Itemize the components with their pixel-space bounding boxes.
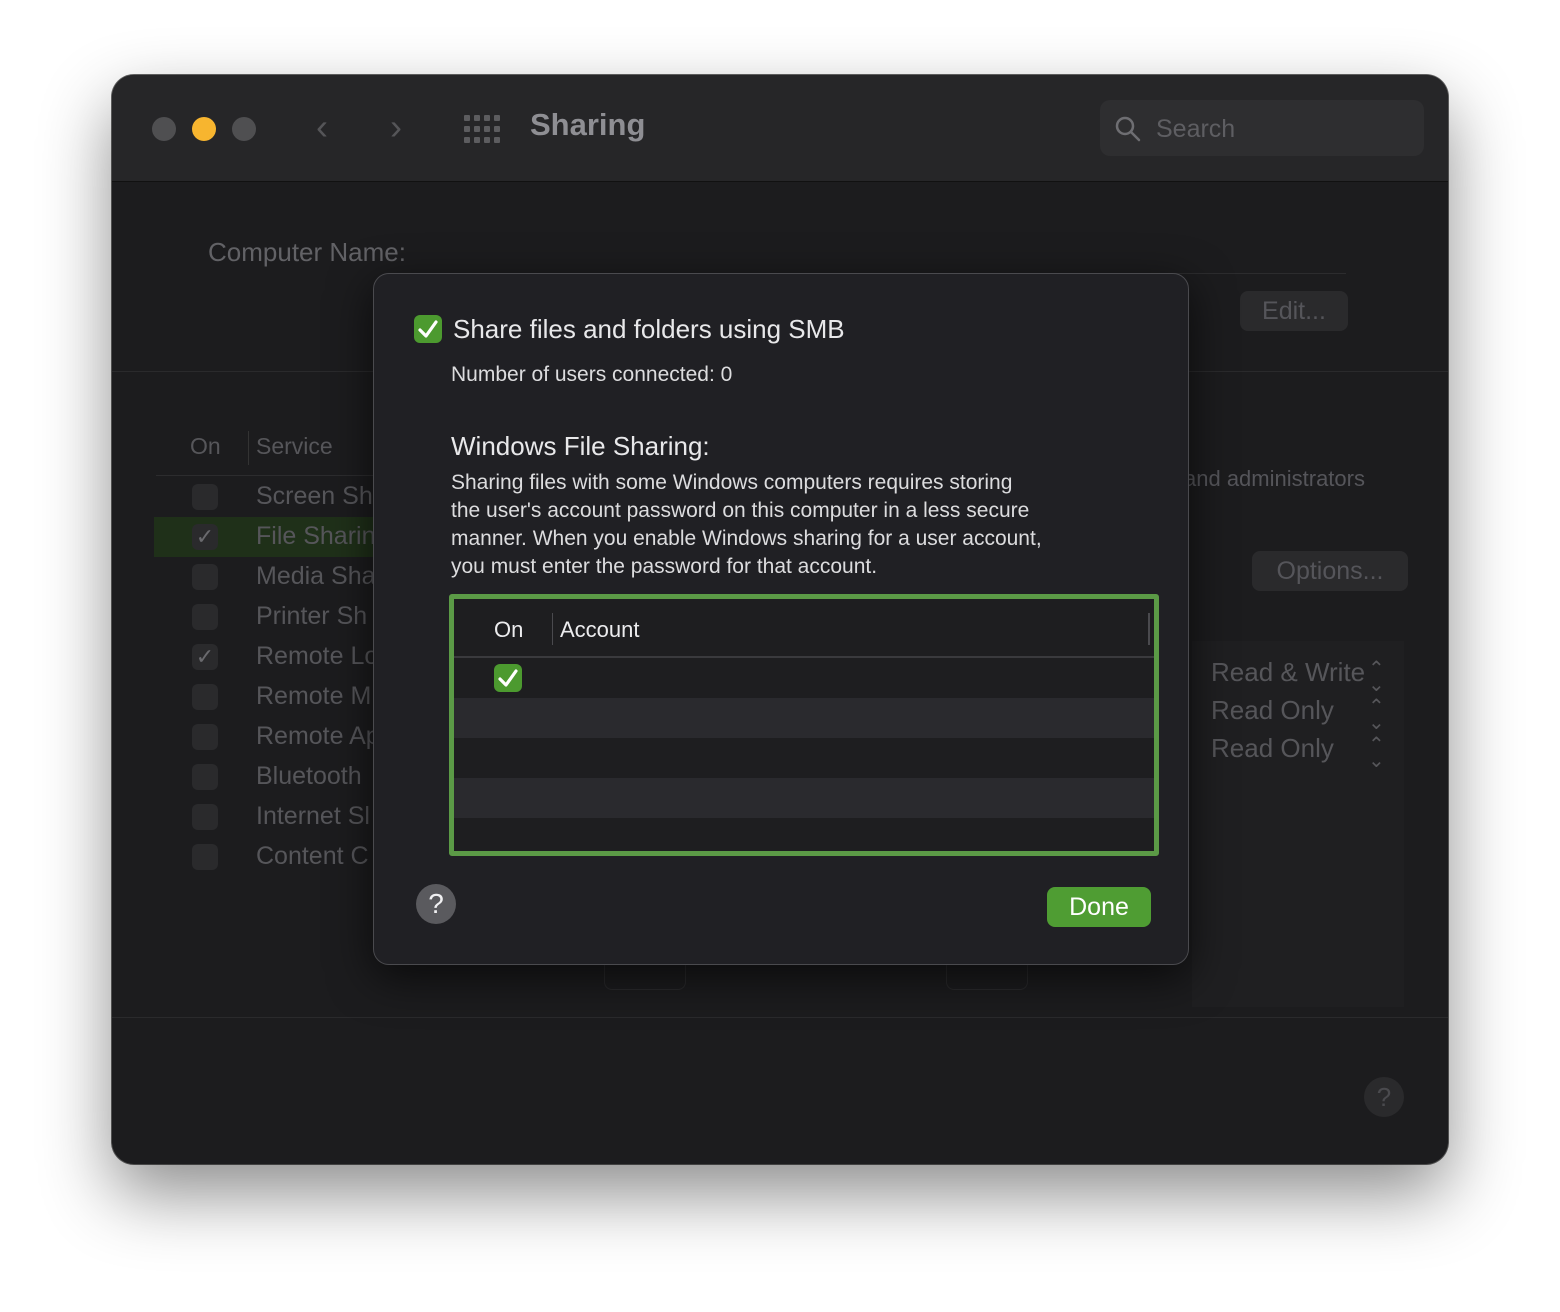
service-name: Media Sha <box>256 562 376 590</box>
add-remove-control[interactable] <box>604 963 686 990</box>
service-checkbox[interactable] <box>192 604 218 630</box>
checkmark-icon <box>418 320 438 338</box>
permission-popup[interactable]: Read Only <box>1211 695 1334 726</box>
service-checkbox[interactable] <box>192 564 218 590</box>
column-divider <box>552 613 553 645</box>
window-title: Sharing <box>530 107 646 142</box>
smb-options-sheet: Share files and folders using SMB Number… <box>373 273 1189 965</box>
windows-file-sharing-title: Windows File Sharing: <box>451 431 710 461</box>
service-name: Printer Sh <box>256 602 368 630</box>
service-name: Screen Sh <box>256 482 373 510</box>
back-arrow-icon[interactable]: ‹ <box>316 105 328 149</box>
access-description-text: and administrators <box>1184 466 1365 491</box>
search-input[interactable] <box>1154 100 1408 158</box>
table-row <box>454 818 1154 851</box>
table-row <box>454 698 1154 738</box>
service-name: Internet Sl <box>256 802 370 830</box>
service-name: Remote Lo <box>256 642 379 670</box>
service-list-header-service: Service <box>256 433 333 459</box>
account-enable-checkbox[interactable] <box>494 664 522 692</box>
service-checkbox[interactable] <box>192 844 218 870</box>
service-checkbox[interactable] <box>192 684 218 710</box>
help-button-background[interactable]: ? <box>1364 1077 1404 1117</box>
computer-name-field[interactable] <box>422 233 1346 274</box>
service-name: Remote M <box>256 682 372 710</box>
zoom-window-button[interactable] <box>232 117 256 141</box>
service-row[interactable]: Screen Sh <box>154 477 384 517</box>
service-checkbox[interactable]: ✓ <box>192 524 218 550</box>
column-divider <box>248 431 249 465</box>
title-bar: ‹ › Sharing <box>112 75 1448 182</box>
service-name: File Sharin <box>256 522 376 550</box>
permission-popup[interactable]: Read Only <box>1211 733 1334 764</box>
smb-checkbox-label[interactable]: Share files and folders using SMB <box>453 314 845 345</box>
search-icon <box>1115 116 1141 142</box>
add-remove-control[interactable] <box>946 963 1028 990</box>
service-row[interactable]: Content C <box>154 837 384 877</box>
service-row[interactable]: Printer Sh <box>154 597 384 637</box>
chevron-updown-icon: ⌃ ⌄ <box>1368 696 1385 734</box>
service-row-selected[interactable]: ✓ File Sharin <box>154 517 384 557</box>
service-row[interactable]: Internet Sl <box>154 797 384 837</box>
service-name: Content C <box>256 842 369 870</box>
accounts-table[interactable]: On Account <box>449 594 1159 856</box>
chevron-updown-icon: ⌃ ⌄ <box>1368 734 1385 772</box>
service-checkbox[interactable] <box>192 804 218 830</box>
show-all-grid-icon[interactable] <box>464 115 500 143</box>
service-row[interactable]: ✓ Remote Lo <box>154 637 384 677</box>
table-row <box>454 778 1154 818</box>
forward-arrow-icon[interactable]: › <box>390 105 402 149</box>
table-row[interactable] <box>454 658 1154 698</box>
service-name: Remote Ap <box>256 722 380 750</box>
edit-button[interactable]: Edit... <box>1240 291 1348 331</box>
smb-checkbox[interactable] <box>414 315 442 343</box>
options-button[interactable]: Options... <box>1252 551 1408 591</box>
service-row[interactable]: Bluetooth <box>154 757 384 797</box>
service-list-header-on: On <box>190 433 221 459</box>
column-header-on[interactable]: On <box>494 617 523 643</box>
computer-name-label: Computer Name: <box>208 237 406 267</box>
column-header-account[interactable]: Account <box>560 617 640 643</box>
service-checkbox[interactable] <box>192 484 218 510</box>
permission-popup[interactable]: Read & Write <box>1211 657 1365 688</box>
users-connected-text: Number of users connected: 0 <box>451 363 733 386</box>
close-window-button[interactable] <box>152 117 176 141</box>
column-divider <box>1148 613 1150 645</box>
minimize-window-button[interactable] <box>192 117 216 141</box>
service-row[interactable]: Remote Ap <box>154 717 384 757</box>
search-field[interactable] <box>1100 100 1424 158</box>
service-checkbox[interactable] <box>192 764 218 790</box>
chevron-updown-icon: ⌃ ⌄ <box>1368 658 1385 696</box>
help-button[interactable]: ? <box>416 884 456 924</box>
done-button[interactable]: Done <box>1047 887 1151 927</box>
table-row <box>454 738 1154 778</box>
windows-file-sharing-description: Sharing files with some Windows computer… <box>451 471 1042 578</box>
checkmark-icon <box>498 669 518 687</box>
service-checkbox[interactable] <box>192 724 218 750</box>
service-row[interactable]: Remote M <box>154 677 384 717</box>
service-checkbox[interactable]: ✓ <box>192 644 218 670</box>
service-row[interactable]: Media Sha <box>154 557 384 597</box>
divider <box>156 475 386 476</box>
service-name: Bluetooth <box>256 762 362 790</box>
divider <box>112 1017 1448 1018</box>
